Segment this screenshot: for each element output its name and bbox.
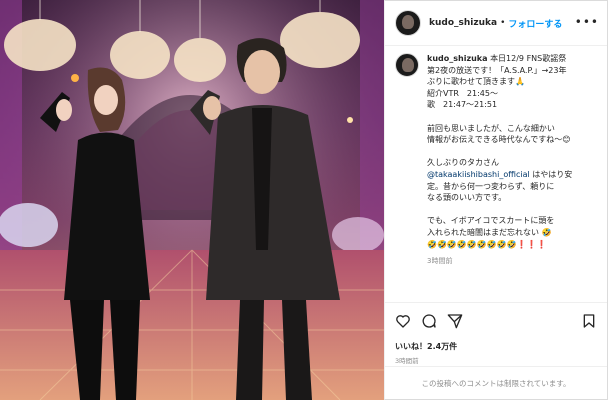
caption-timestamp: 3時間前 bbox=[427, 257, 453, 266]
more-options-icon[interactable]: ••• bbox=[575, 15, 599, 29]
bookmark-icon[interactable] bbox=[581, 313, 597, 329]
follow-button[interactable]: フォローする bbox=[508, 17, 562, 30]
caption-avatar[interactable] bbox=[395, 53, 419, 77]
comments-disabled-text: この投稿へのコメントは制限されています。 bbox=[421, 379, 571, 388]
post-timestamp: 3時間前 bbox=[395, 357, 419, 365]
comments-footer: この投稿へのコメントは制限されています。 bbox=[385, 366, 607, 400]
caption-username[interactable]: kudo_shizuka bbox=[427, 54, 488, 63]
action-bar: いいね！2.4万件 3時間前 bbox=[385, 302, 607, 365]
stage-illustration bbox=[0, 0, 384, 400]
caption-line: 紹介VTR 21:45〜 bbox=[427, 88, 498, 98]
caption-line: でも、イボアイコでスカートに頭を bbox=[427, 216, 555, 226]
comment-icon[interactable] bbox=[421, 313, 437, 329]
caption-line: ぶりに歌わせて頂きます🙏 bbox=[427, 77, 525, 87]
heart-icon[interactable] bbox=[395, 313, 411, 329]
caption-line: 本日12/9 FNS歌謡祭 bbox=[490, 54, 567, 63]
caption-line: はやはり安 bbox=[529, 169, 573, 179]
caption-text: kudo_shizuka 本日12/9 FNS歌謡祭 第2夜の放送です！「A.S… bbox=[427, 53, 600, 268]
caption-line: 前回も思いましたが、こんな細かい bbox=[427, 123, 555, 133]
caption-line: 情報がお伝えできる時代なんですね〜😊 bbox=[427, 135, 571, 145]
header-username[interactable]: kudo_shizuka bbox=[429, 18, 497, 28]
mention-link[interactable]: @takaakiishibashi_official bbox=[427, 170, 530, 179]
post-panel: kudo_shizuka • フォローする ••• kudo_shizuka 本… bbox=[384, 0, 608, 400]
caption-line: 入れられた暗闇はまだ忘れない 🤣 bbox=[427, 227, 552, 237]
caption-line: 定。昔から何一つ変わらず、頼りに bbox=[427, 181, 555, 191]
caption-line: 久しぶりのタカさん bbox=[427, 158, 499, 168]
caption-line: 歌 21:47〜21:51 bbox=[427, 100, 498, 110]
post-photo[interactable] bbox=[0, 0, 384, 400]
share-icon[interactable] bbox=[447, 313, 463, 329]
likes-count[interactable]: いいね！2.4万件 bbox=[395, 341, 457, 352]
caption-line: 🤣🤣🤣🤣🤣🤣🤣🤣🤣❗❗❗ bbox=[427, 239, 547, 249]
caption-line: なる頭のいい方です。 bbox=[427, 193, 507, 203]
avatar[interactable] bbox=[395, 10, 421, 36]
post-header: kudo_shizuka • フォローする ••• bbox=[385, 1, 607, 46]
caption-block: kudo_shizuka 本日12/9 FNS歌謡祭 第2夜の放送です！「A.S… bbox=[395, 53, 600, 268]
caption-line: 第2夜の放送です！「A.S.A.P.」→23年 bbox=[427, 65, 567, 75]
action-icons bbox=[385, 303, 607, 337]
header-separator: • bbox=[500, 18, 506, 28]
